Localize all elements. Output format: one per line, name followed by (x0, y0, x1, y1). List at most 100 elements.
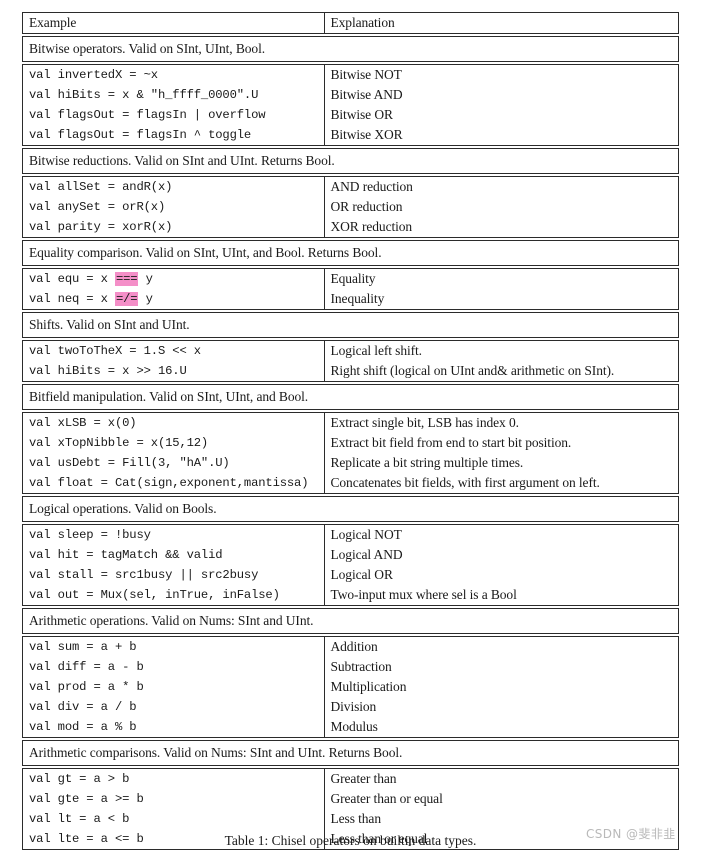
explanation-cell: Bitwise NOT (330, 67, 402, 82)
column-header-explanation: Explanation (330, 15, 395, 30)
explanation-cell: Right shift (logical on UInt and& arithm… (330, 363, 615, 378)
section-header-block: Arithmetic operations. Valid on Nums: SI… (22, 608, 679, 634)
code-example-cell: val mod = a % b (23, 717, 325, 737)
section-title: Arithmetic comparisons. Valid on Nums: S… (29, 745, 403, 760)
explanation-cell: Equality (330, 271, 376, 286)
table-row: val div = a / b Division (23, 697, 678, 717)
section-header-block: Logical operations. Valid on Bools. (22, 496, 679, 522)
explanation-cell: Replicate a bit string multiple times. (330, 455, 524, 470)
code-example-cell: val float = Cat(sign,exponent,mantissa) (23, 473, 325, 493)
explanation-cell: Extract bit field from end to start bit … (330, 435, 572, 450)
table-row: val parity = xorR(x) XOR reduction (23, 217, 678, 237)
explanation-cell: Logical OR (330, 567, 393, 582)
table-row: val hiBits = x & "h_ffff_0000".U Bitwise … (23, 85, 678, 105)
explanation-cell: XOR reduction (330, 219, 413, 234)
table-row: val sum = a + b Addition (23, 637, 678, 657)
section-header-block: Equality comparison. Valid on SInt, UInt… (22, 240, 679, 266)
code-example-cell: val usDebt = Fill(3, "hA".U) (23, 453, 325, 473)
operator-group-block: val invertedX = ~x Bitwise NOT val hiBits … (22, 64, 679, 146)
explanation-cell: Greater than or equal (330, 791, 443, 806)
operator-group-block: val xLSB = x(0) Extract single bit, LSB h… (22, 412, 679, 494)
explanation-cell: Subtraction (330, 659, 392, 674)
table-row: val stall = src1busy || src2busy Logical … (23, 565, 678, 585)
highlighted-operator: =/= (114, 292, 139, 306)
table-row: val hit = tagMatch && valid Logical AND (23, 545, 678, 565)
explanation-cell: Logical left shift. (330, 343, 423, 358)
table-row: val xTopNibble = x(15,12) Extract bit fie… (23, 433, 678, 453)
section-title: Bitwise operators. Valid on SInt, UInt, … (29, 41, 265, 56)
code-example-cell: val gt = a > b (23, 769, 325, 789)
explanation-cell: Logical AND (330, 547, 403, 562)
section-header-block: Shifts. Valid on SInt and UInt. (22, 312, 679, 338)
section-title: Bitwise reductions. Valid on SInt and UI… (29, 153, 335, 168)
table-row: val sleep = !busy Logical NOT (23, 525, 678, 545)
table-row: val gt = a > b Greater than (23, 769, 678, 789)
section-title: Equality comparison. Valid on SInt, UInt… (29, 245, 382, 260)
code-example-cell: val neq = x =/= y (23, 289, 325, 309)
code-suffix: y (138, 272, 153, 286)
code-example-cell: val hiBits = x >> 16.U (23, 361, 325, 381)
section-title: Arithmetic operations. Valid on Nums: SI… (29, 613, 314, 628)
section-header-block: Bitwise reductions. Valid on SInt and UI… (22, 148, 679, 174)
table-row: val flagsOut = flagsIn ^ toggle Bitwise X… (23, 125, 678, 145)
section-title: Shifts. Valid on SInt and UInt. (29, 317, 190, 332)
code-example-cell: val flagsOut = flagsIn ^ toggle (23, 125, 325, 145)
table-row: val invertedX = ~x Bitwise NOT (23, 65, 678, 85)
table-row: val mod = a % b Modulus (23, 717, 678, 737)
code-example-cell: val diff = a - b (23, 657, 325, 677)
code-example-cell: val parity = xorR(x) (23, 217, 325, 237)
table-row: val equ = x === y Equality (23, 269, 678, 289)
table-row: val diff = a - b Subtraction (23, 657, 678, 677)
operator-group-block: val sleep = !busy Logical NOT val hit = ta… (22, 524, 679, 606)
table-column-header-block: Example Explanation (22, 12, 679, 34)
column-header-example: Example (23, 13, 325, 33)
code-example-cell: val lt = a < b (23, 809, 325, 829)
chisel-operators-table: Example Explanation Bitwise operators. Val… (22, 12, 679, 852)
table-row: val float = Cat(sign,exponent,mantissa) C… (23, 473, 678, 493)
section-header-block: Bitfield manipulation. Valid on SInt, UI… (22, 384, 679, 410)
table-row: val out = Mux(sel, inTrue, inFalse) Two-i… (23, 585, 678, 605)
operator-group-block: val sum = a + b Addition val diff = a - b S… (22, 636, 679, 738)
code-example-cell: val prod = a * b (23, 677, 325, 697)
table-row: val flagsOut = flagsIn | overflow Bitwise… (23, 105, 678, 125)
explanation-cell: Greater than (330, 771, 397, 786)
explanation-cell: Two-input mux where sel is a Bool (330, 587, 517, 602)
table-row: val usDebt = Fill(3, "hA".U) Replicate a … (23, 453, 678, 473)
explanation-cell: Extract single bit, LSB has index 0. (330, 415, 519, 430)
table-row: val anySet = orR(x) OR reduction (23, 197, 678, 217)
code-prefix: val equ = x (29, 272, 115, 286)
table-row: val prod = a * b Multiplication (23, 677, 678, 697)
code-example-cell: val anySet = orR(x) (23, 197, 325, 217)
table-row: val lt = a < b Less than (23, 809, 678, 829)
code-example-cell: val hit = tagMatch && valid (23, 545, 325, 565)
explanation-cell: Bitwise OR (330, 107, 393, 122)
csdn-watermark: CSDN @斐非韭 (586, 827, 676, 841)
explanation-cell: AND reduction (330, 179, 413, 194)
table-row: val xLSB = x(0) Extract single bit, LSB h… (23, 413, 678, 433)
code-example-cell: val sum = a + b (23, 637, 325, 657)
code-example-cell: val xTopNibble = x(15,12) (23, 433, 325, 453)
explanation-cell: Bitwise XOR (330, 127, 403, 142)
explanation-cell: Logical NOT (330, 527, 402, 542)
table-row: val hiBits = x >> 16.U Right shift (logic… (23, 361, 678, 381)
highlighted-operator: === (114, 272, 139, 286)
explanation-cell: Modulus (330, 719, 378, 734)
code-example-cell: val gte = a >= b (23, 789, 325, 809)
section-title: Bitfield manipulation. Valid on SInt, UI… (29, 389, 309, 404)
code-example-cell: val stall = src1busy || src2busy (23, 565, 325, 585)
code-example-cell: val hiBits = x & "h_ffff_0000".U (23, 85, 325, 105)
explanation-cell: Concatenates bit fields, with first argu… (330, 475, 600, 490)
section-header-block: Bitwise operators. Valid on SInt, UInt, … (22, 36, 679, 62)
operator-group-block: val twoToTheX = 1.S << x Logical left shi… (22, 340, 679, 382)
code-example-cell: val sleep = !busy (23, 525, 325, 545)
explanation-cell: Division (330, 699, 377, 714)
code-suffix: y (138, 292, 153, 306)
operator-group-block: val equ = x === y Equality val neq = x =/=… (22, 268, 679, 310)
code-example-cell: val invertedX = ~x (23, 65, 325, 85)
explanation-cell: Multiplication (330, 679, 407, 694)
code-example-cell: val div = a / b (23, 697, 325, 717)
explanation-cell: Inequality (330, 291, 385, 306)
table-row: val allSet = andR(x) AND reduction (23, 177, 678, 197)
explanation-cell: OR reduction (330, 199, 403, 214)
code-prefix: val neq = x (29, 292, 115, 306)
